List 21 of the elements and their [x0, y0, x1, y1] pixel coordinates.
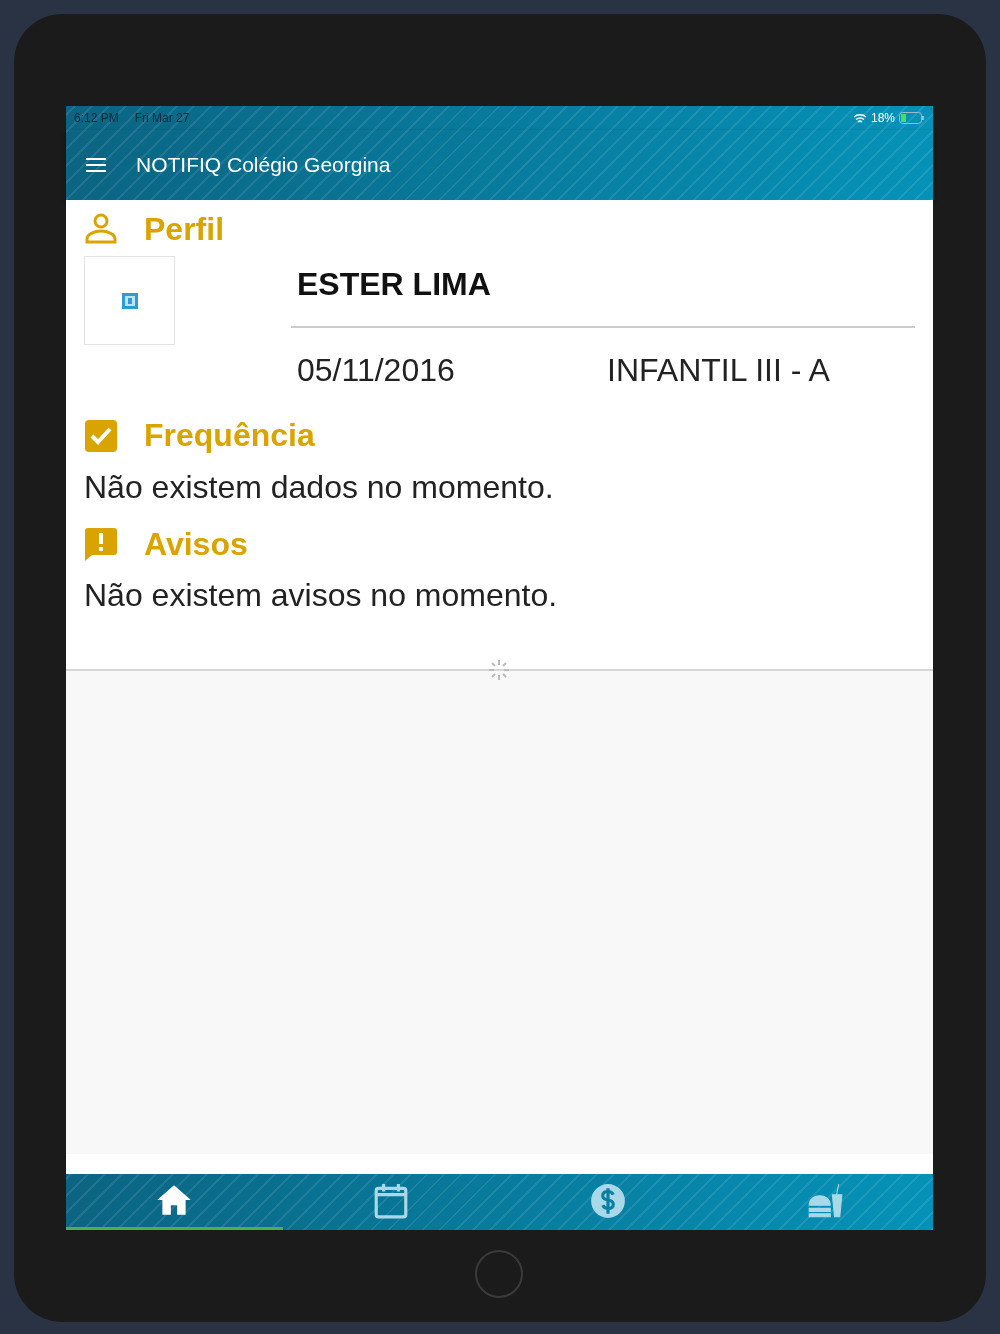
section-title: Avisos — [144, 524, 248, 564]
class-name: INFANTIL III - A — [607, 351, 830, 391]
check-box-icon — [84, 418, 118, 453]
app-title: NOTIFIQ Colégio Georgina — [136, 152, 391, 179]
menu-icon[interactable] — [86, 158, 106, 172]
person-icon — [84, 213, 118, 246]
empty-message: Não existem avisos no momento. — [84, 576, 559, 616]
loading-spinner-icon — [488, 659, 510, 682]
dollar-icon — [588, 1181, 627, 1220]
battery-percent: 18% — [870, 110, 895, 127]
broken-image-icon — [121, 292, 138, 309]
section-title: Perfil — [144, 210, 225, 249]
birth-date: 05/11/2016 — [297, 351, 456, 391]
alert-message-icon — [84, 526, 118, 561]
student-name: ESTER LIMA — [291, 256, 915, 329]
wifi-icon — [852, 112, 867, 124]
status-date: Fri Mar 27 — [134, 110, 190, 127]
battery-icon — [899, 112, 925, 124]
section-title: Frequência — [144, 416, 315, 455]
empty-message: Não existem dados no momento. — [84, 467, 555, 507]
status-time: 6:12 PM — [74, 110, 119, 127]
